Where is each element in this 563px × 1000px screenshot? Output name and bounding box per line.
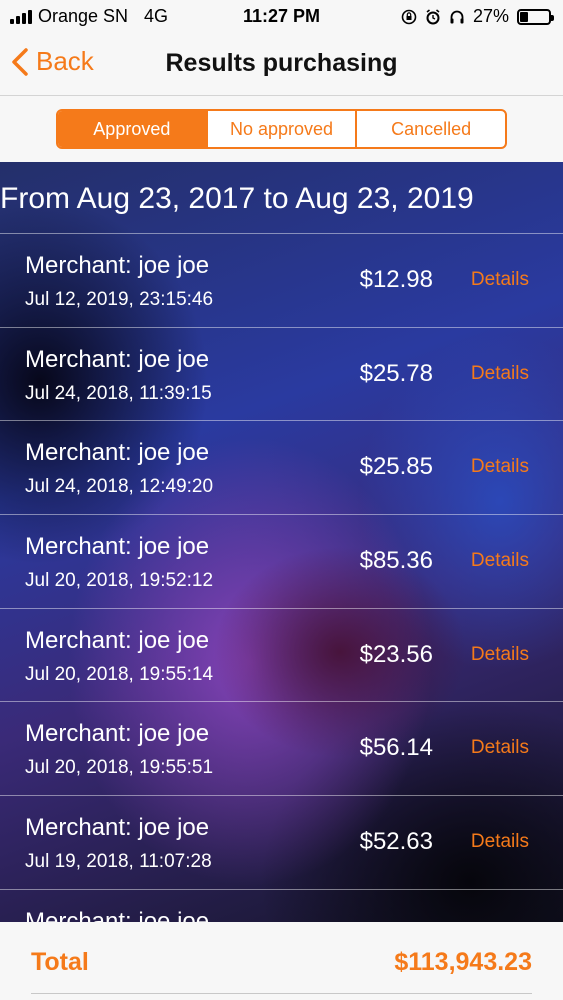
list-item[interactable]: Merchant: joe joe Jul 12, 2019, 23:15:46… xyxy=(0,233,563,327)
merchant-label: Merchant: joe joe xyxy=(25,252,210,279)
headphones-icon xyxy=(450,10,464,23)
transaction-amount: $56.14 xyxy=(359,734,433,762)
details-link[interactable]: Details xyxy=(471,737,529,759)
details-link[interactable]: Details xyxy=(471,831,529,853)
transaction-date: Jul 24, 2018, 12:49:20 xyxy=(25,476,214,498)
status-segmented-control: Approved No approved Cancelled xyxy=(56,109,507,149)
details-link[interactable]: Details xyxy=(471,550,529,572)
details-link[interactable]: Details xyxy=(471,269,529,291)
status-right: 27% xyxy=(401,6,554,27)
transaction-date: Jul 24, 2018, 11:39:15 xyxy=(25,382,212,404)
details-link[interactable]: Details xyxy=(471,644,529,666)
segment-approved[interactable]: Approved xyxy=(58,111,208,147)
transaction-date: Jul 12, 2019, 23:15:46 xyxy=(25,289,214,310)
transaction-date: Jul 20, 2018, 19:52:12 xyxy=(25,570,214,592)
date-range-title: From Aug 23, 2017 to Aug 23, 2019 xyxy=(0,182,474,215)
merchant-label: Merchant: joe joe xyxy=(25,626,210,654)
list-item[interactable]: Merchant: joe joe xyxy=(0,888,563,922)
segment-bar: Approved No approved Cancelled xyxy=(0,96,563,162)
battery-percent: 27% xyxy=(472,6,509,26)
merchant-label: Merchant: joe joe xyxy=(25,907,210,922)
list-item[interactable]: Merchant: joe joe Jul 20, 2018, 19:55:14… xyxy=(0,607,563,702)
list-item[interactable]: Merchant: joe joe Jul 19, 2018, 11:07:28… xyxy=(0,795,563,889)
list-item[interactable]: Merchant: joe joe Jul 24, 2018, 11:39:15… xyxy=(0,326,563,421)
details-link[interactable]: Details xyxy=(471,363,529,385)
status-bar: Orange SN 4G 11:27 PM 27% xyxy=(0,0,563,32)
transaction-amount: $25.78 xyxy=(359,359,433,387)
nav-bar: Back Results purchasing xyxy=(0,32,563,96)
footer-divider xyxy=(31,993,532,994)
segment-no-approved[interactable]: No approved xyxy=(208,111,358,147)
transaction-date: Jul 20, 2018, 19:55:14 xyxy=(25,663,214,685)
merchant-label: Merchant: joe joe xyxy=(25,720,210,748)
battery-icon xyxy=(517,8,554,25)
battery-fill xyxy=(520,11,529,22)
transaction-list[interactable]: Merchant: joe joe Jul 12, 2019, 23:15:46… xyxy=(0,233,563,922)
merchant-label: Merchant: joe joe xyxy=(25,439,210,467)
merchant-label: Merchant: joe joe xyxy=(25,533,210,561)
orientation-lock-icon xyxy=(401,9,417,24)
results-content[interactable]: From Aug 23, 2017 to Aug 23, 2019 Mercha… xyxy=(0,162,563,922)
transaction-amount: $52.63 xyxy=(359,828,433,856)
transaction-amount: $25.85 xyxy=(359,453,433,481)
page-title: Results purchasing xyxy=(165,49,398,77)
details-link[interactable]: Details xyxy=(471,456,529,478)
transaction-date: Jul 20, 2018, 19:55:51 xyxy=(25,757,214,779)
list-item[interactable]: Merchant: joe joe Jul 20, 2018, 19:52:12… xyxy=(0,514,563,608)
segment-cancelled[interactable]: Cancelled xyxy=(357,111,505,147)
transaction-amount: $23.56 xyxy=(359,640,433,668)
merchant-label: Merchant: joe joe xyxy=(25,814,210,842)
transaction-amount: $85.36 xyxy=(359,547,433,575)
alarm-icon xyxy=(426,8,440,24)
list-item[interactable]: Merchant: joe joe Jul 24, 2018, 12:49:20… xyxy=(0,420,563,514)
total-footer: Total $113,943.23 xyxy=(0,922,563,1000)
merchant-label: Merchant: joe joe xyxy=(25,345,210,373)
transaction-date: Jul 19, 2018, 11:07:28 xyxy=(25,851,212,873)
total-value: $113,943.23 xyxy=(394,948,532,976)
transaction-amount: $12.98 xyxy=(359,266,433,293)
list-item[interactable]: Merchant: joe joe Jul 20, 2018, 19:55:51… xyxy=(0,701,563,795)
total-label: Total xyxy=(31,948,89,976)
